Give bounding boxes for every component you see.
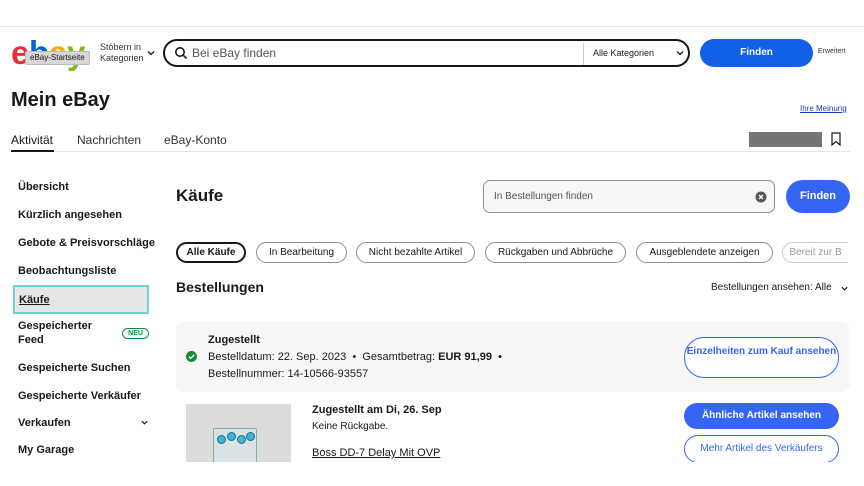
bookmark-icon[interactable] — [831, 132, 841, 146]
order-summary: Bestelldatum: 22. Sep. 2023 • Gesamtbetr… — [208, 351, 502, 363]
item-return-policy: Keine Rückgabe. — [312, 421, 389, 432]
sidebar-item-kuerzlich-angesehen[interactable]: Kürzlich angesehen — [18, 208, 122, 222]
order-card: Zugestellt Bestelldatum: 22. Sep. 2023 •… — [176, 322, 850, 392]
filter-rueckgaben[interactable]: Rückgaben und Abbrüche — [485, 242, 626, 263]
active-tab-indicator — [11, 150, 54, 152]
top-divider — [0, 26, 864, 27]
search-icon — [175, 47, 188, 60]
filter-alle-kaeufe[interactable]: Alle Käufe — [176, 242, 246, 263]
filter-bereit[interactable]: Bereit zur B — [782, 242, 848, 263]
order-total-value: EUR 91,99 — [438, 351, 492, 363]
orders-heading: Bestellungen — [176, 279, 264, 295]
clear-icon[interactable] — [755, 191, 767, 203]
page-title: Mein eBay — [11, 89, 110, 111]
chevron-down-icon[interactable] — [146, 48, 156, 58]
sidebar-item-gespeicherte-suchen[interactable]: Gespeicherte Suchen — [18, 361, 131, 375]
redacted-username — [749, 132, 822, 147]
item-title-link[interactable]: Boss DD-7 Delay Mit OVP — [312, 447, 440, 460]
new-badge: NEU — [122, 328, 149, 339]
order-search-placeholder: In Bestellungen finden — [494, 191, 593, 202]
sidebar-item-my-garage[interactable]: My Garage — [18, 443, 74, 457]
search-divider — [583, 43, 584, 65]
page-bottom — [0, 462, 864, 486]
order-status: Zugestellt — [208, 334, 260, 346]
seller-items-button[interactable]: Mehr Artikel des Verkäufers — [684, 435, 839, 463]
order-total-label: Gesamtbetrag: — [362, 351, 436, 363]
order-number: Bestellnummer: 14-10566-93557 — [208, 368, 369, 380]
sidebar-item-kaeufe[interactable]: Käufe — [13, 285, 149, 314]
tab-aktivitaet[interactable]: Aktivität — [11, 133, 53, 147]
sidebar-item-gespeicherte-verkaeufer[interactable]: Gespeicherte Verkäufer — [18, 389, 141, 403]
order-date: Bestelldatum: 22. Sep. 2023 — [208, 351, 347, 363]
filter-ausgeblendete[interactable]: Ausgeblendete anzeigen — [636, 242, 773, 263]
sidebar-item-uebersicht[interactable]: Übersicht — [18, 180, 69, 194]
item-delivery-status: Zugestellt am Di, 26. Sep — [312, 404, 442, 416]
chevron-down-icon[interactable] — [840, 284, 849, 293]
sidebar-item-label: Käufe — [19, 294, 50, 306]
item-thumbnail[interactable] — [186, 404, 291, 462]
tab-nachrichten[interactable]: Nachrichten — [77, 133, 141, 147]
chevron-down-icon[interactable] — [675, 48, 685, 58]
filter-nicht-bezahlt[interactable]: Nicht bezahlte Artikel — [356, 242, 475, 263]
tabs-divider — [11, 151, 850, 152]
tab-ebay-konto[interactable]: eBay-Konto — [164, 133, 227, 147]
logo-tooltip: eBay-Startseite — [25, 51, 90, 65]
category-select[interactable]: Alle Kategorien — [593, 47, 654, 59]
pedal-image — [213, 428, 257, 462]
orders-view-label: Bestellungen ansehen: — [711, 282, 813, 293]
chevron-down-icon[interactable] — [140, 418, 149, 427]
feedback-link[interactable]: Ihre Meinung — [800, 103, 847, 114]
advanced-search-link[interactable]: Erweitert — [818, 47, 846, 57]
orders-view-select[interactable]: Bestellungen ansehen: Alle — [711, 282, 832, 294]
orders-view-value: Alle — [814, 282, 832, 293]
sidebar-item-gespeicherter-feed[interactable]: Gespeicherter Feed — [18, 319, 118, 347]
filter-in-bearbeitung[interactable]: In Bearbeitung — [256, 242, 347, 263]
sidebar-item-gebote[interactable]: Gebote & Preisvorschläge — [18, 236, 155, 250]
order-details-button[interactable]: Einzelheiten zum Kauf ansehen — [684, 337, 839, 378]
order-search-button[interactable]: Finden — [786, 180, 850, 213]
check-circle-icon — [186, 351, 197, 362]
browse-categories-button[interactable]: Stöbern in Kategorien — [100, 42, 148, 64]
order-search-input[interactable]: In Bestellungen finden — [483, 180, 775, 213]
search-button[interactable]: Finden — [700, 39, 813, 67]
search-input[interactable]: Bei eBay finden — [192, 45, 276, 61]
sidebar-item-verkaufen[interactable]: Verkaufen — [18, 416, 71, 430]
sidebar-item-beobachtungsliste[interactable]: Beobachtungsliste — [18, 264, 116, 278]
similar-items-button[interactable]: Ähnliche Artikel ansehen — [684, 403, 839, 429]
section-title: Käufe — [176, 186, 224, 205]
search-bar[interactable]: Bei eBay finden Alle Kategorien — [163, 39, 690, 67]
